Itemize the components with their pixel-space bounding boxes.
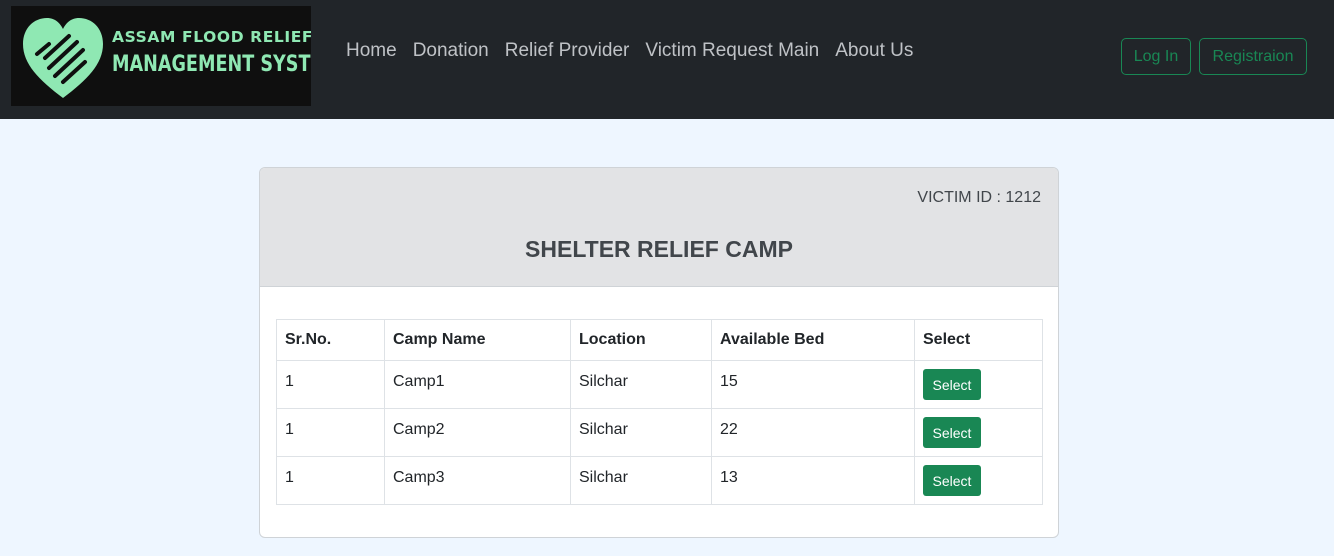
nav-link-about-us[interactable]: About Us xyxy=(835,40,913,62)
nav-link-donation[interactable]: Donation xyxy=(413,40,489,62)
nav-link-relief-provider[interactable]: Relief Provider xyxy=(505,40,630,62)
card-header: VICTIM ID : 1212 SHELTER RELIEF CAMP xyxy=(260,168,1058,287)
cell-available-bed: 22 xyxy=(711,408,915,457)
select-camp2-button[interactable]: Select xyxy=(923,417,981,448)
login-button[interactable]: Log In xyxy=(1121,38,1191,75)
table-row: 1 Camp1 Silchar 15 Select xyxy=(276,360,1043,409)
victim-id-label: VICTIM ID : 1212 xyxy=(917,189,1041,206)
cell-camp-name: Camp1 xyxy=(384,360,571,409)
column-header-select: Select xyxy=(914,319,1043,361)
cell-available-bed: 13 xyxy=(711,456,915,505)
navbar: ASSAM FLOOD RELIEF MANAGEMENT SYSTEM Hom… xyxy=(0,0,1334,119)
cell-select: Select xyxy=(914,456,1043,505)
cell-location: Silchar xyxy=(570,360,712,409)
brand-line2: MANAGEMENT SYSTEM xyxy=(112,52,311,77)
cell-location: Silchar xyxy=(570,408,712,457)
cell-sr-no: 1 xyxy=(276,456,385,505)
cell-sr-no: 1 xyxy=(276,360,385,409)
column-header-sr-no: Sr.No. xyxy=(276,319,385,361)
cell-sr-no: 1 xyxy=(276,408,385,457)
card-title: SHELTER RELIEF CAMP xyxy=(525,236,793,262)
main-nav: Home Donation Relief Provider Victim Req… xyxy=(346,40,913,62)
heart-hands-icon xyxy=(23,18,103,98)
cell-camp-name: Camp3 xyxy=(384,456,571,505)
brand-logo[interactable]: ASSAM FLOOD RELIEF MANAGEMENT SYSTEM xyxy=(11,6,311,106)
column-header-location: Location xyxy=(570,319,712,361)
select-camp3-button[interactable]: Select xyxy=(923,465,981,496)
cell-location: Silchar xyxy=(570,456,712,505)
table-header-row: Sr.No. Camp Name Location Available Bed … xyxy=(276,319,1043,361)
nav-link-home[interactable]: Home xyxy=(346,40,397,62)
cell-available-bed: 15 xyxy=(711,360,915,409)
shelter-camp-card: VICTIM ID : 1212 SHELTER RELIEF CAMP Sr.… xyxy=(259,167,1059,538)
select-camp1-button[interactable]: Select xyxy=(923,369,981,400)
column-header-available-bed: Available Bed xyxy=(711,319,915,361)
column-header-camp-name: Camp Name xyxy=(384,319,571,361)
cell-select: Select xyxy=(914,360,1043,409)
registration-button[interactable]: Registraion xyxy=(1199,38,1307,75)
table-row: 1 Camp3 Silchar 13 Select xyxy=(276,456,1043,505)
cell-select: Select xyxy=(914,408,1043,457)
camp-table: Sr.No. Camp Name Location Available Bed … xyxy=(276,319,1043,505)
nav-link-victim-request-main[interactable]: Victim Request Main xyxy=(645,40,819,62)
cell-camp-name: Camp2 xyxy=(384,408,571,457)
brand-line1: ASSAM FLOOD RELIEF xyxy=(112,28,311,46)
table-row: 1 Camp2 Silchar 22 Select xyxy=(276,408,1043,457)
